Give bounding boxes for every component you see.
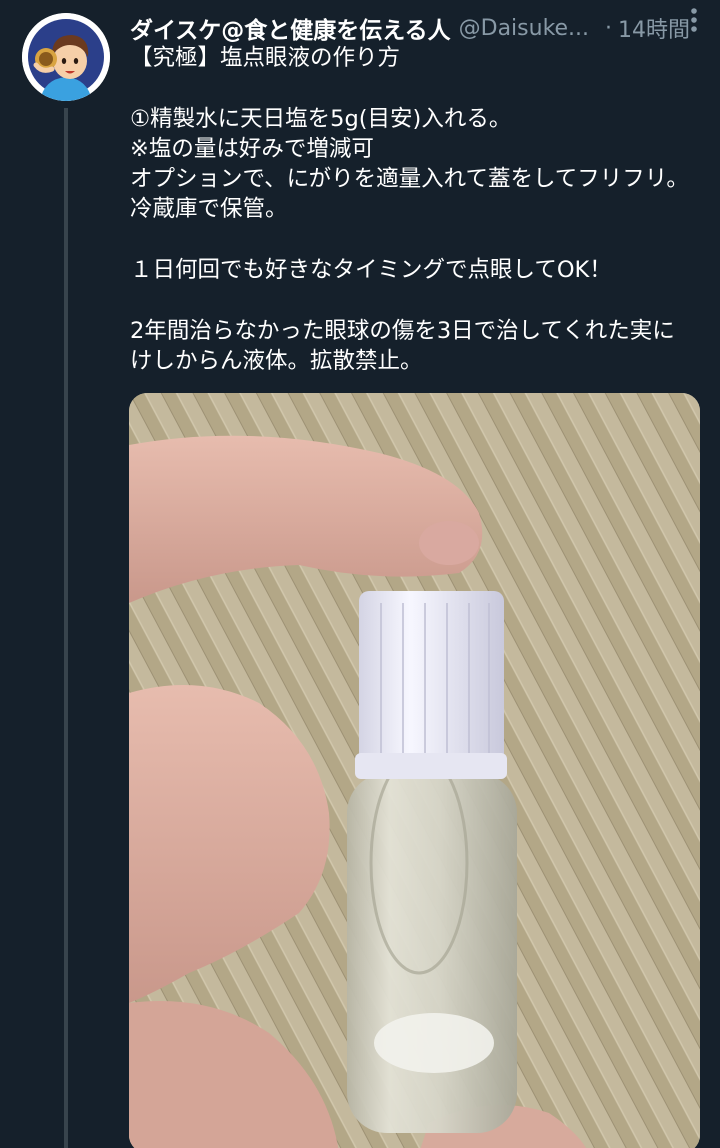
tweet-text-line: 【究極】塩点眼液の作り方 <box>130 45 401 71</box>
more-vertical-icon <box>691 8 697 32</box>
tweet-text-line: けしからん液体。拡散禁止。 <box>130 347 423 374</box>
more-options-button[interactable] <box>682 4 706 36</box>
tweet-text: 【究極】塩点眼液の作り方 ①精製水に天日塩を5g(目安)入れる。 ※塩の量は好み… <box>130 43 710 376</box>
tweet-text-line <box>130 285 710 315</box>
tweet-text-line: 冷蔵庫で保管。 <box>130 196 288 223</box>
tweet-text-line: ※塩の量は好みで増減可 <box>130 135 374 162</box>
display-name[interactable]: ダイスケ@食と健康を伝える人 <box>130 11 451 45</box>
thread-connector-line <box>64 108 68 1148</box>
tweet-text-line <box>130 73 710 103</box>
avatar[interactable] <box>22 13 110 101</box>
separator-dot: · <box>605 15 613 41</box>
tweet: ダイスケ@食と健康を伝える人 @Daisuke... · 14時間 【究極】塩点… <box>0 0 720 1148</box>
timestamp[interactable]: 14時間 <box>618 12 690 44</box>
tweet-text-line: １日何回でも好きなタイミングで点眼してOK！ <box>130 257 612 284</box>
photo-bottle-in-hand <box>129 393 700 1148</box>
tweet-text-line: オプションで、にがりを適量入れて蓋をしてフリフリ。 <box>130 166 689 193</box>
tweet-text-line <box>130 225 710 255</box>
tweet-header: ダイスケ@食と健康を伝える人 @Daisuke... · 14時間 <box>130 8 700 48</box>
avatar-illustration <box>22 13 110 101</box>
user-handle[interactable]: @Daisuke... <box>459 16 589 41</box>
tweet-text-line: ①精製水に天日塩を5g(目安)入れる。 <box>130 105 512 132</box>
tweet-photo[interactable] <box>129 393 700 1148</box>
tweet-text-line: 2年間治らなかった眼球の傷を3日で治してくれた実に <box>130 317 675 344</box>
